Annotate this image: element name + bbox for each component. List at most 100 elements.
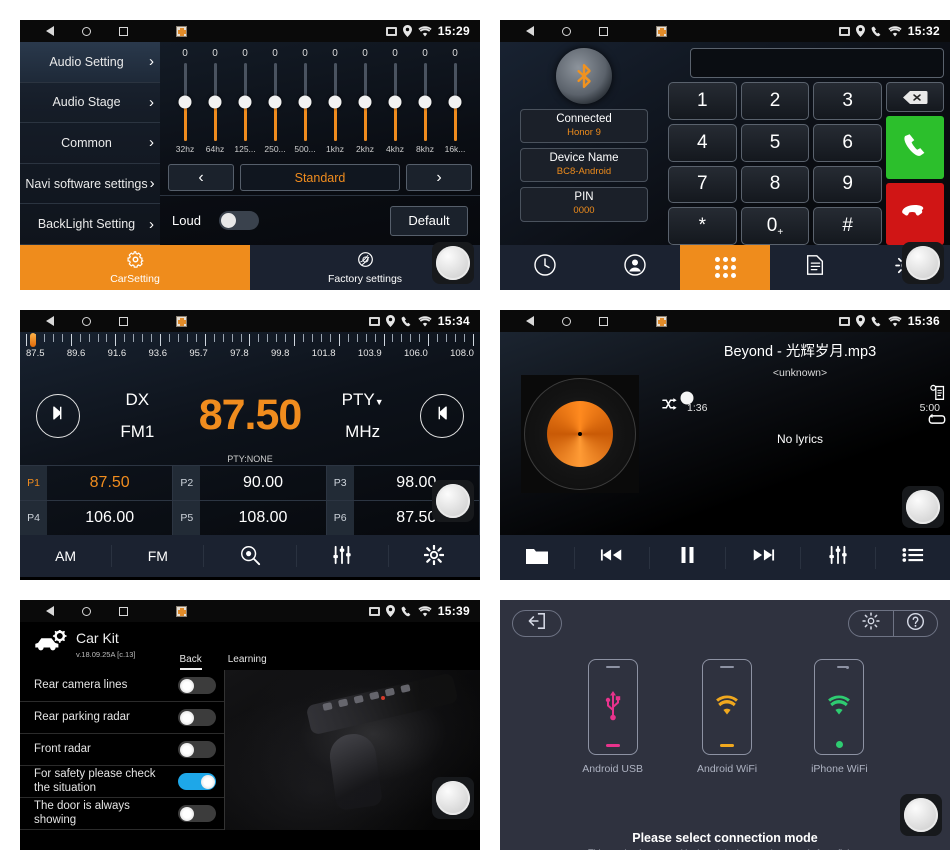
eq-band-track[interactable] <box>418 63 432 141</box>
eq-band-knob[interactable] <box>358 95 372 109</box>
preset-name[interactable]: Standard <box>240 164 400 191</box>
key-6[interactable]: 6 <box>813 123 882 162</box>
preset-p4[interactable]: P4 106.00 <box>20 500 174 535</box>
frequency-scale[interactable]: 87.5 89.6 91.6 93.6 95.7 97.8 99.8 101.8… <box>20 332 480 366</box>
key-8[interactable]: 8 <box>740 165 810 204</box>
recents-icon[interactable] <box>599 316 608 326</box>
app-switch-icon[interactable] <box>176 605 187 617</box>
call-button[interactable] <box>886 116 944 179</box>
eq-band[interactable]: 0 4khz <box>381 48 409 162</box>
app-switch-icon[interactable] <box>656 315 667 327</box>
eq-band-track[interactable] <box>268 63 282 141</box>
eq-band-knob[interactable] <box>178 95 192 109</box>
back-icon[interactable] <box>46 606 54 616</box>
help-button[interactable] <box>893 611 937 636</box>
eq-band[interactable]: 0 500... <box>291 48 319 162</box>
preset-p5[interactable]: P5 108.00 <box>173 500 327 535</box>
mode-android-wifi[interactable]: Android WiFi <box>697 659 757 775</box>
key-1[interactable]: 1 <box>668 82 737 120</box>
eq-band-track[interactable] <box>448 63 462 141</box>
back-icon[interactable] <box>46 316 54 326</box>
recents-icon[interactable] <box>119 606 128 616</box>
tab-previous[interactable] <box>575 546 651 569</box>
tab-recent-calls[interactable] <box>500 245 590 290</box>
seek-up-button[interactable] <box>420 393 464 438</box>
android-nav-buttons[interactable] <box>20 315 187 327</box>
recents-icon[interactable] <box>119 26 128 36</box>
row-door-always-showing[interactable]: The door is always showing <box>20 798 224 830</box>
key-hash[interactable]: # <box>813 207 882 245</box>
row-rear-parking-radar[interactable]: Rear parking radar <box>20 702 224 734</box>
backspace-icon[interactable] <box>886 82 944 112</box>
tab-back[interactable]: Back <box>179 654 202 670</box>
tab-contacts[interactable] <box>590 245 680 290</box>
app-switch-icon[interactable] <box>176 315 187 327</box>
home-knob-button[interactable] <box>902 486 944 528</box>
tab-playlist[interactable] <box>876 547 950 569</box>
eq-band[interactable]: 0 250... <box>261 48 289 162</box>
recents-icon[interactable] <box>599 26 608 36</box>
eq-band-track[interactable] <box>328 63 342 141</box>
home-icon[interactable] <box>82 606 91 616</box>
pty-label[interactable]: PTY▼ <box>342 390 384 410</box>
track-info-icon[interactable] <box>929 384 946 406</box>
tab-am[interactable]: AM <box>20 545 113 567</box>
sidebar-item-backlight-setting[interactable]: BackLight Setting › <box>20 204 160 245</box>
android-nav-buttons[interactable] <box>20 605 187 617</box>
tab-radio-settings[interactable] <box>389 544 480 567</box>
key-9[interactable]: 9 <box>813 165 882 204</box>
tab-pause[interactable] <box>650 546 726 569</box>
eq-band[interactable]: 0 1khz <box>321 48 349 162</box>
key-5[interactable]: 5 <box>740 123 810 162</box>
key-star[interactable]: * <box>668 207 737 245</box>
android-nav-buttons[interactable] <box>500 25 667 37</box>
eq-band-track[interactable] <box>208 63 222 141</box>
key-0[interactable]: 0 + <box>740 207 810 245</box>
home-knob-button[interactable] <box>432 777 474 819</box>
eq-band[interactable]: 0 32hz <box>171 48 199 162</box>
row-rear-camera-lines[interactable]: Rear camera lines <box>20 670 224 702</box>
back-icon[interactable] <box>526 316 534 326</box>
android-nav-buttons[interactable] <box>20 25 187 37</box>
preset-prev-button[interactable]: ‹ <box>168 164 234 191</box>
row-toggle[interactable] <box>178 805 216 822</box>
eq-band[interactable]: 0 8khz <box>411 48 439 162</box>
tab-carsetting[interactable]: CarSetting <box>20 245 250 290</box>
eq-band[interactable]: 0 16k... <box>441 48 469 162</box>
home-icon[interactable] <box>82 316 91 326</box>
exit-button[interactable] <box>512 610 562 637</box>
eq-band-track[interactable] <box>358 63 372 141</box>
eq-band-knob[interactable] <box>418 95 432 109</box>
mode-android-usb[interactable]: Android USB <box>582 659 643 775</box>
eq-band-track[interactable] <box>298 63 312 141</box>
tab-fm[interactable]: FM <box>112 545 205 567</box>
default-button[interactable]: Default <box>390 205 468 236</box>
shuffle-icon[interactable] <box>662 397 679 414</box>
key-4[interactable]: 4 <box>668 123 737 162</box>
progress-knob[interactable] <box>680 391 694 404</box>
row-toggle[interactable] <box>178 773 216 790</box>
home-knob-button[interactable] <box>902 242 944 284</box>
eq-band[interactable]: 0 2khz <box>351 48 379 162</box>
bluetooth-icon[interactable] <box>556 48 612 104</box>
hangup-button[interactable] <box>886 182 944 245</box>
band-label[interactable]: FM1 <box>120 422 154 442</box>
home-icon[interactable] <box>562 26 571 36</box>
back-icon[interactable] <box>46 26 54 36</box>
key-7[interactable]: 7 <box>668 165 737 204</box>
tab-equalizer[interactable] <box>801 545 876 569</box>
eq-band-knob[interactable] <box>388 95 402 109</box>
preset-p2[interactable]: P2 90.00 <box>173 465 327 500</box>
dx-label[interactable]: DX <box>126 390 150 410</box>
eq-band-knob[interactable] <box>268 95 282 109</box>
tab-keypad[interactable] <box>680 245 770 290</box>
row-toggle[interactable] <box>178 677 216 694</box>
eq-band-track[interactable] <box>238 63 252 141</box>
app-switch-icon[interactable] <box>656 25 667 37</box>
eq-band[interactable]: 0 125... <box>231 48 259 162</box>
eq-band-track[interactable] <box>388 63 402 141</box>
home-icon[interactable] <box>82 26 91 36</box>
dial-number-input[interactable] <box>690 48 944 78</box>
eq-band-knob[interactable] <box>328 95 342 109</box>
home-knob-button[interactable] <box>432 242 474 284</box>
